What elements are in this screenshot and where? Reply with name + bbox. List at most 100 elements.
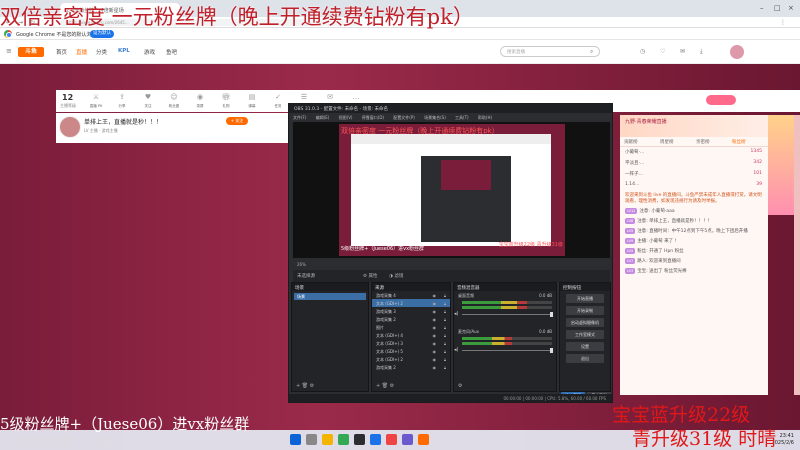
filters-button[interactable]: ◑ 滤镜: [389, 273, 403, 279]
eye-icon[interactable]: ◉: [433, 349, 437, 354]
lock-icon[interactable]: 🔒︎: [444, 349, 446, 354]
eye-icon[interactable]: ◉: [433, 341, 437, 346]
start-record-button[interactable]: 开始录制: [566, 306, 604, 315]
rank-row[interactable]: 平淡且·... 342: [620, 158, 768, 169]
studio-mode-button[interactable]: 工作室模式: [566, 330, 604, 339]
message-icon[interactable]: ✉: [680, 48, 685, 55]
minimize-icon[interactable]: –: [760, 4, 764, 12]
lock-icon[interactable]: 🔒︎: [444, 309, 446, 314]
lock-icon[interactable]: 🔒︎: [444, 325, 446, 330]
obs-menu-view[interactable]: 视图(V): [339, 115, 353, 120]
chat-user[interactable]: 主播: [637, 239, 646, 244]
douyu-icon[interactable]: [418, 434, 429, 445]
menu-icon[interactable]: ⋮: [780, 19, 786, 26]
eye-icon[interactable]: ◉: [433, 325, 437, 330]
rank-icon[interactable]: ☰: [294, 93, 314, 101]
remove-source-icon[interactable]: 🗑︎: [382, 383, 388, 389]
eye-icon[interactable]: ◉: [433, 309, 437, 314]
obs-menu-edit[interactable]: 编辑(E): [316, 115, 330, 120]
source-item[interactable]: 文本 (GDI+) 3 ◉ 🔒︎: [372, 339, 450, 347]
nav-live[interactable]: 直播: [76, 48, 87, 56]
obs-menu-docks[interactable]: 停靠窗口(D): [362, 115, 384, 120]
chat-user[interactable]: 宝宝: [637, 269, 646, 274]
eye-icon[interactable]: ◉: [433, 333, 437, 338]
source-item[interactable]: 文本 (GDI+) 4 ◉ 🔒︎: [372, 331, 450, 339]
tab-intimacy[interactable]: 亲密榜: [696, 139, 710, 145]
gift-icon[interactable]: 🎁︎: [216, 93, 236, 101]
history-icon[interactable]: ◷: [640, 48, 645, 55]
tab-contribution[interactable]: 贡献榜: [624, 139, 638, 145]
site-search-input[interactable]: 搜索直播: [500, 46, 600, 57]
nav-home[interactable]: 首页: [56, 48, 67, 56]
search-icon[interactable]: ⌕: [590, 48, 593, 56]
rank-row[interactable]: 一阵子... 101: [620, 169, 768, 180]
exit-button[interactable]: 退出: [566, 354, 604, 363]
chat-user[interactable]: 粉丝: [637, 249, 646, 254]
follow-icon[interactable]: ♥: [138, 93, 158, 101]
source-item[interactable]: 游戏采集 2 ◉ 🔒︎: [372, 315, 450, 323]
follow-button[interactable]: + 关注: [226, 117, 248, 125]
chrome-icon[interactable]: [338, 434, 349, 445]
rank-row[interactable]: 小葡萄·... 1345: [620, 147, 768, 158]
obs-menu-profile[interactable]: 配置文件(P): [393, 115, 415, 120]
app-icon[interactable]: [402, 434, 413, 445]
anchor-avatar[interactable]: [59, 116, 81, 138]
mic-icon[interactable]: ◂): [454, 347, 458, 353]
redpacket-icon[interactable]: ✉: [320, 93, 340, 101]
set-default-button[interactable]: 设为默认: [90, 30, 114, 38]
start-icon[interactable]: [290, 434, 301, 445]
nav-kpl[interactable]: KPL: [118, 48, 130, 54]
source-item[interactable]: 文本 (GDI+) 2 ◉ 🔒︎: [372, 355, 450, 363]
obs-preview[interactable]: 双倍亲密度 一元粉丝牌（晚上开通续费钻粉有pk） 5级粉丝牌+（Juese06）…: [293, 122, 610, 258]
follow-list-icon[interactable]: ♡: [660, 48, 665, 55]
volume-slider[interactable]: [462, 350, 552, 351]
source-item[interactable]: 文本 (GDI+) 5 ◉ 🔒︎: [372, 347, 450, 355]
tab-weekly[interactable]: 周星榜: [660, 139, 674, 145]
source-settings-icon[interactable]: ⚙: [390, 383, 394, 389]
user-avatar[interactable]: [730, 45, 744, 59]
settings-button[interactable]: 设置: [566, 342, 604, 351]
lock-icon[interactable]: 🔒︎: [444, 301, 446, 306]
promo-badge[interactable]: [706, 95, 736, 105]
edge-icon[interactable]: [370, 434, 381, 445]
obs-menu-file[interactable]: 文件(F): [293, 115, 306, 120]
obs-menu-help[interactable]: 帮助(H): [478, 115, 492, 120]
file-explorer-icon[interactable]: [322, 434, 333, 445]
chat-user[interactable]: 注意: [637, 229, 646, 234]
source-item[interactable]: 文本 (GDI+) 2 ◉ 🔒︎: [372, 299, 450, 307]
virtual-camera-button[interactable]: 启动虚拟摄像机: [566, 318, 604, 327]
start-stream-button[interactable]: 开始直播: [566, 294, 604, 303]
source-item[interactable]: 游戏采集 2 ◉ 🔒︎: [372, 363, 450, 371]
more-icon[interactable]: …: [346, 93, 366, 101]
lock-icon[interactable]: 🔒︎: [444, 365, 446, 370]
source-item[interactable]: 游戏采集 3 ◉ 🔒︎: [372, 307, 450, 315]
eye-icon[interactable]: ◉: [433, 301, 437, 306]
eye-icon[interactable]: ◉: [433, 357, 437, 362]
nav-games[interactable]: 游戏: [144, 48, 155, 56]
lock-icon[interactable]: 🔒︎: [444, 341, 446, 346]
eye-icon[interactable]: ◉: [433, 365, 437, 370]
chat-user[interactable]: 注意: [637, 219, 646, 224]
share-icon[interactable]: ⇪: [112, 93, 132, 101]
record-icon[interactable]: ◉: [190, 93, 210, 101]
chat-user[interactable]: 注意: [639, 209, 648, 214]
nav-yuba[interactable]: 鱼吧: [166, 48, 177, 56]
volume-knob[interactable]: [550, 348, 553, 353]
lock-icon[interactable]: 🔒︎: [444, 317, 446, 322]
scene-item[interactable]: 场景: [294, 293, 366, 300]
add-scene-icon[interactable]: +: [296, 383, 300, 389]
task-icon[interactable]: ✓: [268, 93, 288, 101]
volume-knob[interactable]: [550, 312, 553, 317]
eye-icon[interactable]: ◉: [433, 317, 437, 322]
site-logo[interactable]: 斗鱼: [18, 47, 44, 57]
obs-menu-tools[interactable]: 工具(T): [455, 115, 469, 120]
scene-settings-icon[interactable]: ⚙: [310, 383, 314, 389]
obs-menu-scenes[interactable]: 场景集合(S): [424, 115, 446, 120]
chat-user[interactable]: 路人: [637, 259, 646, 264]
remove-scene-icon[interactable]: 🗑︎: [302, 383, 308, 389]
download-icon[interactable]: ⤓: [700, 48, 703, 56]
obs-icon[interactable]: [354, 434, 365, 445]
source-item[interactable]: 图片 ◉ 🔒︎: [372, 323, 450, 331]
search-icon[interactable]: [306, 434, 317, 445]
close-icon[interactable]: ×: [788, 4, 794, 12]
